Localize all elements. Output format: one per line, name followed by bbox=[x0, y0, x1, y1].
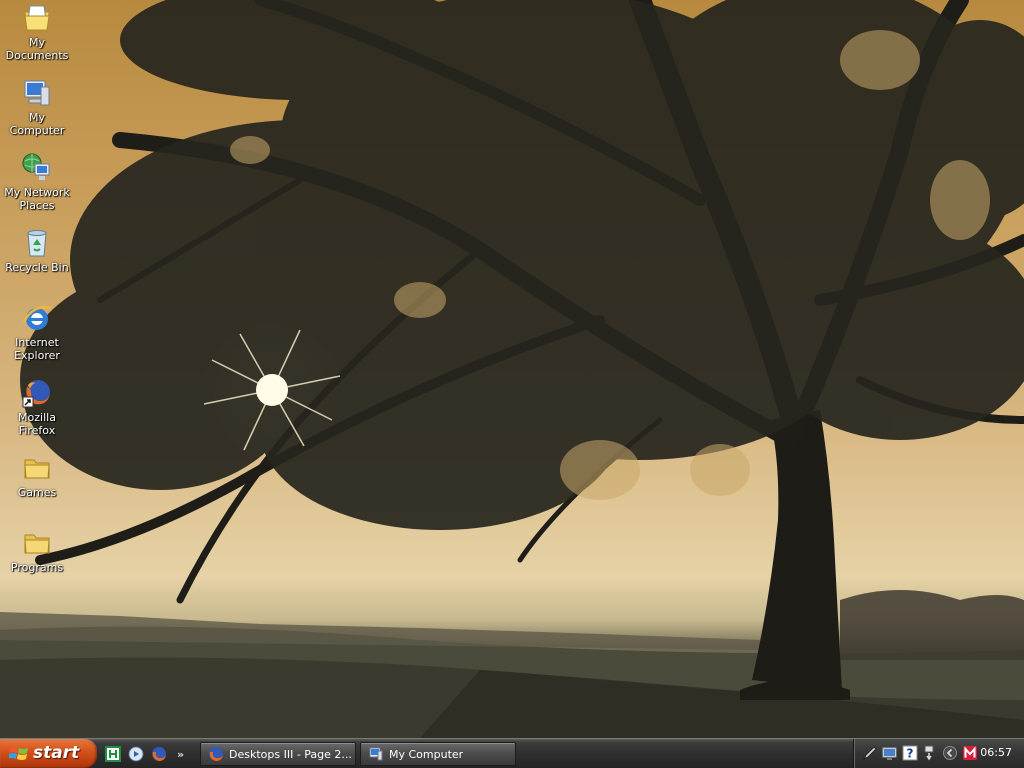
desktop-icon-my-computer[interactable]: My Computer bbox=[0, 77, 74, 137]
quick-launch-more-chevron[interactable]: » bbox=[177, 748, 184, 761]
recycle-bin-icon bbox=[27, 230, 47, 257]
tree-silhouette bbox=[0, 0, 1024, 738]
taskbar-button-label: Desktops III - Page 2... bbox=[229, 747, 352, 761]
start-button[interactable]: start bbox=[0, 739, 97, 768]
desktop-icon-recycle-bin[interactable]: Recycle Bin bbox=[0, 227, 74, 274]
desktop-icon-internet-explorer[interactable]: Internet Explorer bbox=[0, 302, 74, 362]
desktop-icon-label: Games bbox=[17, 486, 57, 499]
desktop-icon-label: My Computer bbox=[9, 111, 65, 137]
start-label: start bbox=[33, 743, 80, 763]
my-documents-icon bbox=[24, 5, 50, 31]
desktop-icon-my-network-places[interactable]: My Network Places bbox=[0, 152, 74, 212]
svg-text:?: ? bbox=[907, 747, 914, 761]
desktop-icon-mozilla-firefox[interactable]: Mozilla Firefox bbox=[0, 377, 74, 437]
m-app-icon[interactable] bbox=[962, 745, 978, 761]
taskbar: start » Desktops III - Page 2... My Comp… bbox=[0, 738, 1024, 768]
desktop-icon-label: Programs bbox=[10, 561, 64, 574]
media-player-icon[interactable] bbox=[127, 745, 145, 763]
taskbar-button-my-computer[interactable]: My Computer bbox=[360, 742, 516, 766]
windows-logo-icon bbox=[9, 747, 28, 760]
desktop-icon-label: Internet Explorer bbox=[14, 336, 60, 362]
firefox-icon[interactable] bbox=[150, 745, 168, 763]
folder-icon bbox=[24, 459, 50, 479]
collapse-arrow-icon[interactable] bbox=[942, 745, 958, 761]
green-app-icon[interactable] bbox=[104, 745, 122, 763]
my-computer-icon bbox=[24, 80, 50, 106]
firefox-icon bbox=[209, 747, 223, 761]
desktop-icon-programs[interactable]: Programs bbox=[0, 527, 74, 574]
quick-launch-bar: » bbox=[104, 743, 184, 765]
network-places-icon bbox=[22, 153, 50, 180]
desktop-wallpaper bbox=[0, 0, 1024, 738]
folder-icon bbox=[24, 534, 50, 554]
display-icon[interactable] bbox=[882, 745, 898, 761]
desktop-icon-label: Mozilla Firefox bbox=[18, 411, 56, 437]
internet-explorer-icon bbox=[22, 306, 52, 330]
system-clock[interactable]: 06:57 bbox=[980, 746, 1012, 759]
safely-remove-icon[interactable] bbox=[922, 745, 938, 761]
help-icon[interactable]: ? bbox=[902, 745, 918, 761]
desktop-icon-label: My Network Places bbox=[4, 186, 70, 212]
desktop-icon-label: Recycle Bin bbox=[5, 261, 69, 274]
desktop-icon-my-documents[interactable]: My Documents bbox=[0, 2, 74, 62]
system-tray: ? 06:57 bbox=[853, 739, 1024, 768]
firefox-shortcut-icon bbox=[22, 380, 50, 408]
my-computer-icon bbox=[369, 747, 383, 761]
taskbar-button-label: My Computer bbox=[389, 747, 464, 761]
desktop-icon-label: My Documents bbox=[5, 36, 69, 62]
desktop-screen: My Documents My Computer My Network Plac… bbox=[0, 0, 1024, 768]
desktop-icon-games[interactable]: Games bbox=[0, 452, 74, 499]
pen-tool-icon[interactable] bbox=[862, 745, 878, 761]
taskbar-button-firefox-window[interactable]: Desktops III - Page 2... bbox=[200, 742, 356, 766]
